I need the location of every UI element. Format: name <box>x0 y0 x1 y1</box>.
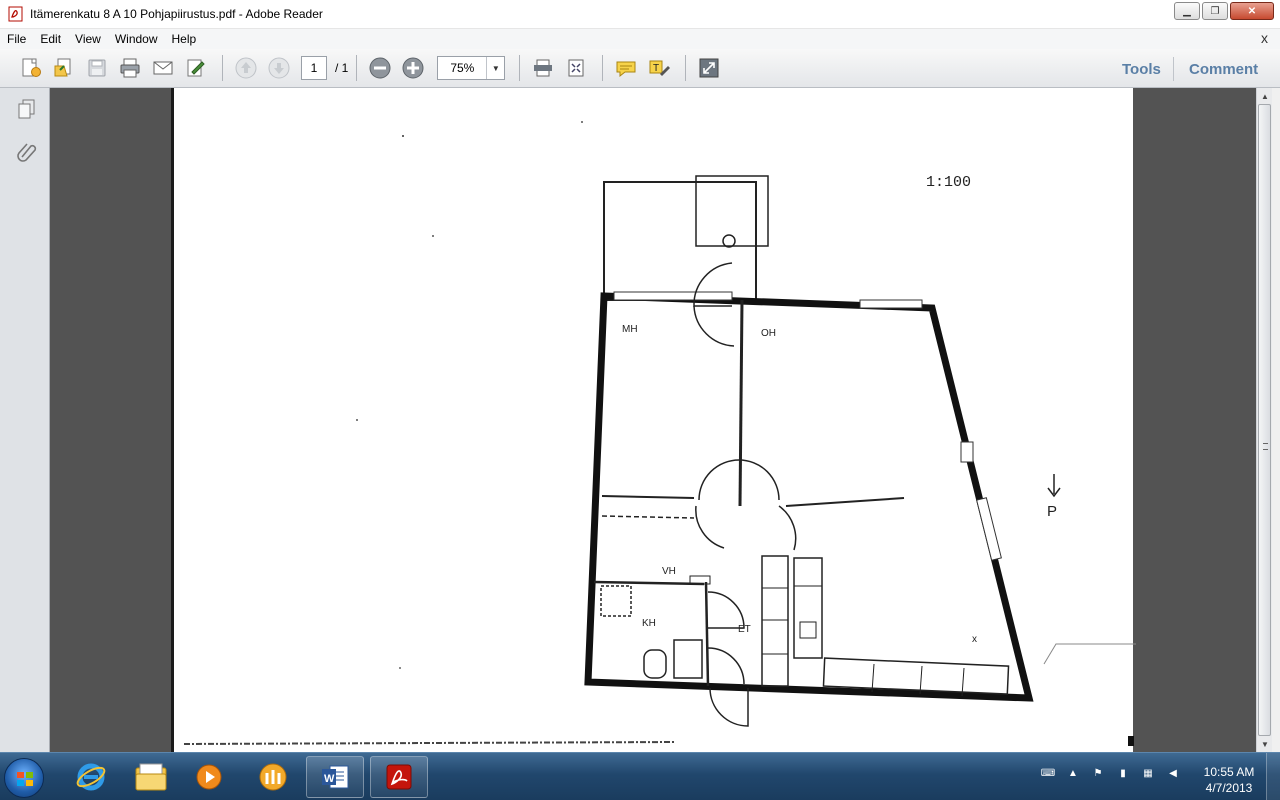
tools-pane-button[interactable]: Tools <box>1122 61 1161 78</box>
zoom-value: 75% <box>450 61 475 75</box>
adobe-reader-icon <box>8 6 24 22</box>
taskbar-internet-explorer[interactable] <box>62 756 120 798</box>
battery-icon[interactable]: ▮ <box>1115 765 1131 781</box>
clock-time: 10:55 AM <box>1203 765 1255 779</box>
room-label-vh: VH <box>662 566 676 577</box>
open-file-icon[interactable] <box>49 53 79 83</box>
start-button[interactable] <box>4 758 44 798</box>
fit-width-icon[interactable] <box>528 53 558 83</box>
taskbar: W ⌨ ▲ ⚑ ▮ ▦ ◀ 10:55 AM 4/7/2013 <box>0 752 1280 800</box>
menu-window[interactable]: Window <box>108 32 165 46</box>
taskbar-microsoft-word[interactable]: W <box>306 756 364 798</box>
zoom-out-icon[interactable] <box>365 53 395 83</box>
svg-text:W: W <box>324 773 335 785</box>
pdf-page: 1:100 MH OH VH KH ET P x <box>171 88 1136 752</box>
toolbar-separator <box>685 55 687 81</box>
adobe-reader-icon <box>386 764 412 790</box>
fit-page-icon[interactable] <box>561 53 591 83</box>
app-icon <box>259 763 287 791</box>
page-number-input[interactable]: 1 <box>301 56 327 80</box>
navigation-pane <box>0 88 50 752</box>
menu-view[interactable]: View <box>68 32 108 46</box>
scroll-down-icon[interactable]: ▼ <box>1257 736 1273 752</box>
floor-plan-drawing: 1:100 MH OH VH KH ET P x <box>183 121 1136 746</box>
svg-text:T: T <box>653 63 659 74</box>
toolbar-separator <box>356 55 358 81</box>
zoom-in-icon[interactable] <box>398 53 428 83</box>
room-label-kh: KH <box>642 618 656 629</box>
page-thumbnails-icon[interactable] <box>14 96 40 122</box>
close-button[interactable]: ✕ <box>1230 2 1274 20</box>
menu-bar: File Edit View Window Help x <box>0 29 1280 49</box>
attachments-icon[interactable] <box>14 138 40 164</box>
windows-explorer-icon <box>135 763 167 791</box>
scroll-thumb[interactable] <box>1258 104 1271 736</box>
comment-pane-button[interactable]: Comment <box>1189 61 1258 78</box>
print-icon[interactable] <box>115 53 145 83</box>
minimize-button[interactable]: ▁ <box>1174 2 1200 20</box>
windows-logo-icon <box>17 772 33 786</box>
scale-label: 1:100 <box>926 174 971 191</box>
taskbar-windows-explorer[interactable] <box>122 756 180 798</box>
grip-icon <box>1263 443 1268 450</box>
save-icon[interactable] <box>82 53 112 83</box>
window-controls: ▁ ❐ ✕ <box>1172 2 1274 20</box>
previous-page-icon[interactable] <box>231 53 261 83</box>
create-pdf-icon[interactable] <box>16 53 46 83</box>
maximize-button[interactable]: ❐ <box>1202 2 1228 20</box>
system-tray: ⌨ ▲ ⚑ ▮ ▦ ◀ <box>1040 765 1190 781</box>
sticky-note-icon[interactable] <box>611 53 641 83</box>
room-label-et: ET <box>738 624 751 635</box>
network-icon[interactable]: ▦ <box>1140 765 1156 781</box>
toolbar-separator <box>222 55 223 81</box>
microsoft-word-icon: W <box>322 765 349 789</box>
zoom-select[interactable]: 75% ▼ <box>437 56 506 80</box>
volume-muted-icon[interactable]: ◀ <box>1165 765 1181 781</box>
sign-icon[interactable] <box>181 53 211 83</box>
page-total-label: / 1 <box>335 61 349 75</box>
taskbar-media-player[interactable] <box>180 756 238 798</box>
plan-mark: x <box>972 634 977 645</box>
title-bar: Itämerenkatu 8 A 10 Pohjapiirustus.pdf -… <box>0 0 1280 29</box>
chevron-down-icon[interactable]: ▼ <box>486 57 504 79</box>
system-clock[interactable]: 10:55 AM 4/7/2013 <box>1200 764 1258 796</box>
toolbar-separator <box>602 55 604 81</box>
scroll-up-icon[interactable]: ▲ <box>1257 88 1273 104</box>
toolbar: 1 / 1 75% ▼ T Tools Comment <box>0 49 1280 88</box>
window-border <box>1272 88 1280 752</box>
room-label-oh: OH <box>761 328 776 339</box>
north-label: P <box>1047 503 1057 520</box>
vertical-scrollbar[interactable]: ▲ ▼ <box>1256 88 1272 752</box>
media-player-icon <box>196 764 222 790</box>
document-area[interactable]: 1:100 MH OH VH KH ET P x <box>50 88 1256 752</box>
keyboard-icon[interactable]: ⌨ <box>1040 765 1056 781</box>
toolbar-divider <box>1173 57 1174 81</box>
window-title: Itämerenkatu 8 A 10 Pohjapiirustus.pdf -… <box>30 7 323 21</box>
highlight-text-icon[interactable]: T <box>644 53 674 83</box>
action-center-flag-icon[interactable]: ⚑ <box>1090 765 1106 781</box>
menu-file[interactable]: File <box>0 32 33 46</box>
room-label-mh: MH <box>622 324 638 335</box>
taskbar-adobe-reader[interactable] <box>370 756 428 798</box>
taskbar-app[interactable] <box>244 756 302 798</box>
full-screen-icon[interactable] <box>694 53 724 83</box>
menu-edit[interactable]: Edit <box>33 32 68 46</box>
close-document-icon[interactable]: x <box>1261 30 1268 46</box>
show-hidden-icons-icon[interactable]: ▲ <box>1065 765 1081 781</box>
show-desktop-button[interactable] <box>1266 753 1280 800</box>
internet-explorer-icon <box>76 763 106 791</box>
next-page-icon[interactable] <box>264 53 294 83</box>
toolbar-separator <box>519 55 521 81</box>
menu-help[interactable]: Help <box>165 32 204 46</box>
email-icon[interactable] <box>148 53 178 83</box>
clock-date: 4/7/2013 <box>1205 781 1253 795</box>
